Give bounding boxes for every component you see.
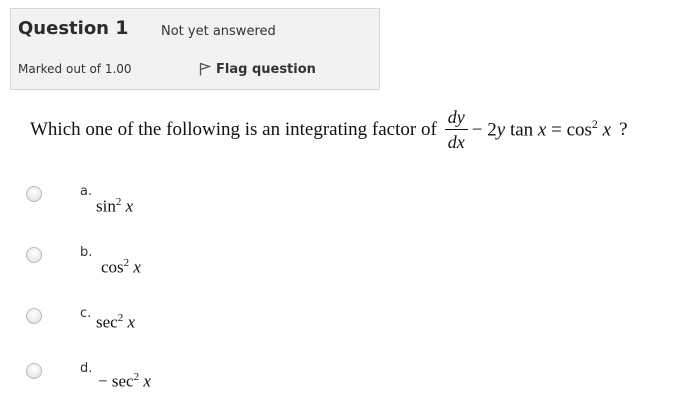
flag-question-label: Flag question [216, 62, 316, 77]
option-a-exp: 2 [115, 196, 122, 208]
option-d-exp: 2 [133, 371, 140, 383]
eq-cos: = cos [546, 119, 592, 141]
derivative-fraction: dy dx [444, 108, 468, 152]
option-a-func: sin [96, 196, 116, 216]
option-d-radio[interactable] [26, 363, 42, 379]
option-a-math: sin2 x [96, 196, 133, 217]
option-c-exp: 2 [117, 312, 124, 324]
fraction-numerator: dy [444, 108, 468, 130]
question-mark: ? [619, 118, 628, 140]
option-a-radio[interactable] [26, 186, 42, 202]
marks-label: Marked out of 1.00 [18, 62, 132, 76]
equation-rest: − 2y tan x = cos2 x [472, 117, 611, 141]
eq-tan: tan [505, 119, 538, 141]
option-a-letter: a. [80, 184, 93, 199]
question-number: 1 [115, 17, 129, 39]
question-prefix: Which one of the following is an integra… [30, 118, 437, 140]
option-c-letter: c. [80, 306, 92, 321]
option-d-letter: d. [80, 361, 93, 376]
question-label: Question [18, 18, 109, 39]
flag-question-button[interactable]: Flag question [199, 59, 316, 80]
option-b-letter: b. [80, 245, 93, 260]
eq-x2: x [602, 119, 612, 141]
option-c-radio[interactable] [26, 308, 42, 324]
option-c-var: x [127, 312, 136, 332]
option-c-math: sec2 x [96, 312, 135, 333]
eq-exponent: 2 [591, 117, 598, 132]
option-d-func: sec [111, 371, 134, 391]
question-info-box: Question 1 Not yet answered Marked out o… [10, 8, 380, 90]
option-d-math: − sec2 x [98, 371, 151, 392]
option-b-radio[interactable] [26, 247, 42, 263]
question-text: Which one of the following is an integra… [30, 108, 628, 151]
fraction-denominator: dx [447, 132, 465, 152]
option-d-var: x [143, 371, 151, 391]
option-c-func: sec [96, 312, 118, 332]
option-b-exp: 2 [123, 257, 130, 269]
option-b-func: cos [101, 257, 124, 277]
flag-icon [199, 59, 216, 80]
option-b-math: cos2 x [101, 257, 141, 278]
eq-y: y [496, 119, 506, 141]
option-b-var: x [133, 257, 141, 277]
option-a-var: x [125, 196, 134, 216]
option-d-sign: − [98, 371, 108, 391]
eq-minus-two: − 2 [471, 119, 497, 141]
question-title: Question 1 [18, 17, 129, 39]
answer-status: Not yet answered [161, 24, 276, 39]
